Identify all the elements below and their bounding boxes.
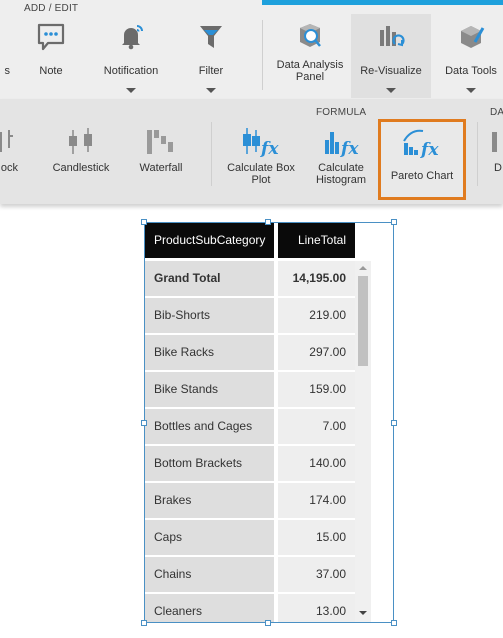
note-icon [36,22,66,55]
ribbon-divider [262,20,263,90]
resize-handle-bottom-right[interactable] [391,620,397,626]
box-plot-fx-icon: fx [241,126,281,161]
candlestick-label: Candlestick [52,162,110,174]
waterfall-icon [144,126,178,161]
data-tools-button[interactable]: Data Tools [440,14,502,98]
selection-frame [144,222,394,623]
data-analysis-panel-button[interactable]: Data Analysis Panel [272,14,348,98]
candlestick-icon [64,126,98,161]
svg-text:fx: fx [260,139,279,158]
calculate-histogram-button[interactable]: fx Calculate Histogram [306,122,376,197]
resize-handle-bottom-left[interactable] [141,620,147,626]
re-visualize-icon [375,22,407,55]
svg-text:fx: fx [420,140,439,159]
resize-handle-left[interactable] [141,420,147,426]
pareto-chart-label: Pareto Chart [390,170,454,182]
notification-button[interactable]: Notification [97,14,165,98]
filter-button[interactable]: Filter [184,14,238,98]
data-analysis-icon [294,22,326,55]
data-tools-label: Data Tools [445,65,497,77]
note-button[interactable]: Note [23,14,79,98]
calculate-box-plot-button[interactable]: fx Calculate Box Plot [224,122,298,197]
ribbon-divider [477,122,478,186]
resize-handle-bottom[interactable] [265,620,271,626]
resize-handle-top[interactable] [265,219,271,225]
ribbon-divider [211,122,212,186]
chevron-down-icon[interactable] [386,88,396,93]
truncated-top-label: s [4,65,11,77]
resize-handle-top-left[interactable] [141,219,147,225]
resize-handle-top-right[interactable] [391,219,397,225]
filter-icon [196,22,226,55]
resize-handle-right[interactable] [391,420,397,426]
waterfall-button[interactable]: Waterfall [131,122,191,197]
pareto-chart-button[interactable]: fx Pareto Chart [378,119,466,200]
waterfall-label: Waterfall [139,162,183,174]
re-visualize-label: Re-Visualize [360,65,422,77]
bell-icon [116,22,146,55]
truncated-top-button[interactable]: s [0,14,11,98]
svg-text:fx: fx [340,139,359,158]
pareto-chart-fx-icon: fx [401,127,443,162]
truncated-bottom-label: D [494,162,502,174]
truncated-bottom-button[interactable]: D [488,122,503,197]
chevron-down-icon[interactable] [126,88,136,93]
truncated-icon [490,126,502,159]
calculate-box-plot-label: Calculate Box Plot [227,162,295,186]
ribbon-accent-bar [262,0,503,5]
re-visualize-button[interactable]: Re-Visualize [351,14,431,98]
stock-chart-label: ock [0,162,18,174]
group-label-formula: FORMULA [316,107,367,118]
calculate-histogram-label: Calculate Histogram [315,162,367,186]
data-tools-icon [455,22,487,55]
chevron-down-icon[interactable] [206,88,216,93]
note-label: Note [39,65,63,77]
data-analysis-panel-label: Data Analysis Panel [276,59,344,83]
stock-chart-icon [0,126,19,159]
group-label-truncated: DA [490,107,503,118]
stock-chart-button[interactable]: ock [0,122,18,197]
filter-label: Filter [198,65,224,77]
histogram-fx-icon: fx [321,126,361,161]
ribbon-top: ADD / EDIT s Note Notification Filter Da… [0,0,503,99]
notification-label: Notification [103,65,159,77]
chevron-down-icon[interactable] [466,88,476,93]
group-label-add-edit: ADD / EDIT [24,3,79,14]
candlestick-button[interactable]: Candlestick [49,122,113,197]
